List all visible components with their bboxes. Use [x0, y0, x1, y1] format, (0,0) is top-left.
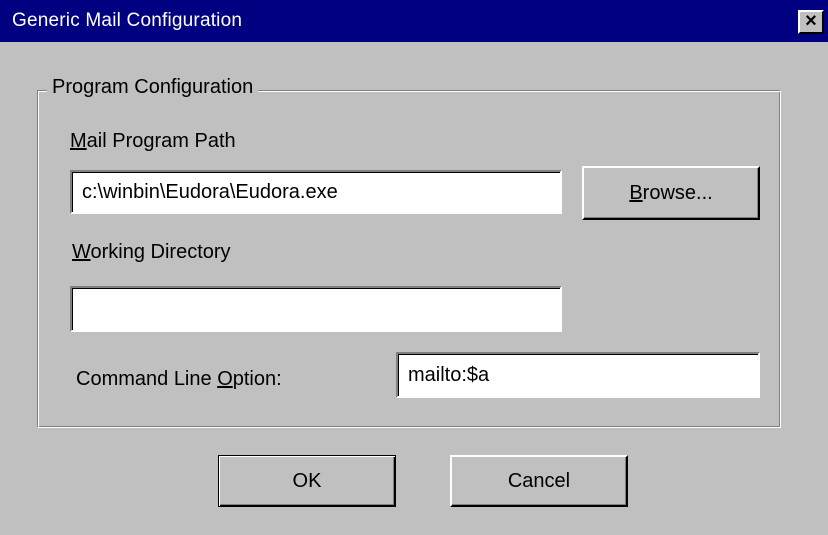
browse-label-text: rowse... — [642, 181, 713, 204]
close-button[interactable]: × — [798, 10, 824, 34]
browse-button-label: Browse... — [629, 182, 712, 205]
command-line-option-label: Command Line Option: — [76, 368, 282, 391]
browse-button[interactable]: Browse... — [582, 166, 760, 220]
working-directory-input[interactable] — [70, 286, 562, 332]
command-line-label-after: ption: — [232, 368, 282, 390]
ok-button[interactable]: OK — [218, 455, 396, 507]
command-line-option-value: mailto:$a — [408, 363, 490, 386]
mail-config-dialog: Generic Mail Configuration × Program Con… — [0, 0, 828, 535]
mail-program-path-input[interactable]: c:\winbin\Eudora\Eudora.exe — [70, 170, 562, 214]
working-directory-label: Working Directory — [72, 241, 231, 264]
cancel-button-label: Cancel — [507, 469, 571, 492]
group-legend: Program Configuration — [47, 76, 259, 99]
mail-program-path-value: c:\winbin\Eudora\Eudora.exe — [82, 180, 338, 203]
command-line-accel: O — [217, 368, 233, 390]
mail-program-path-label: Mail Program Path — [70, 130, 236, 153]
close-icon: × — [805, 10, 817, 32]
working-directory-accel: W — [72, 241, 91, 263]
command-line-label-before: Command Line — [76, 368, 218, 390]
command-line-option-input[interactable]: mailto:$a — [396, 352, 760, 398]
cancel-button[interactable]: Cancel — [450, 455, 628, 507]
ok-button-label: OK — [292, 469, 322, 492]
title-bar[interactable]: Generic Mail Configuration × — [0, 0, 828, 42]
browse-accel: B — [629, 181, 643, 204]
mail-program-path-accel: M — [70, 130, 87, 152]
dialog-title: Generic Mail Configuration — [12, 10, 243, 31]
working-directory-label-text: orking Directory — [90, 241, 231, 263]
mail-program-path-label-text: ail Program Path — [86, 130, 236, 152]
